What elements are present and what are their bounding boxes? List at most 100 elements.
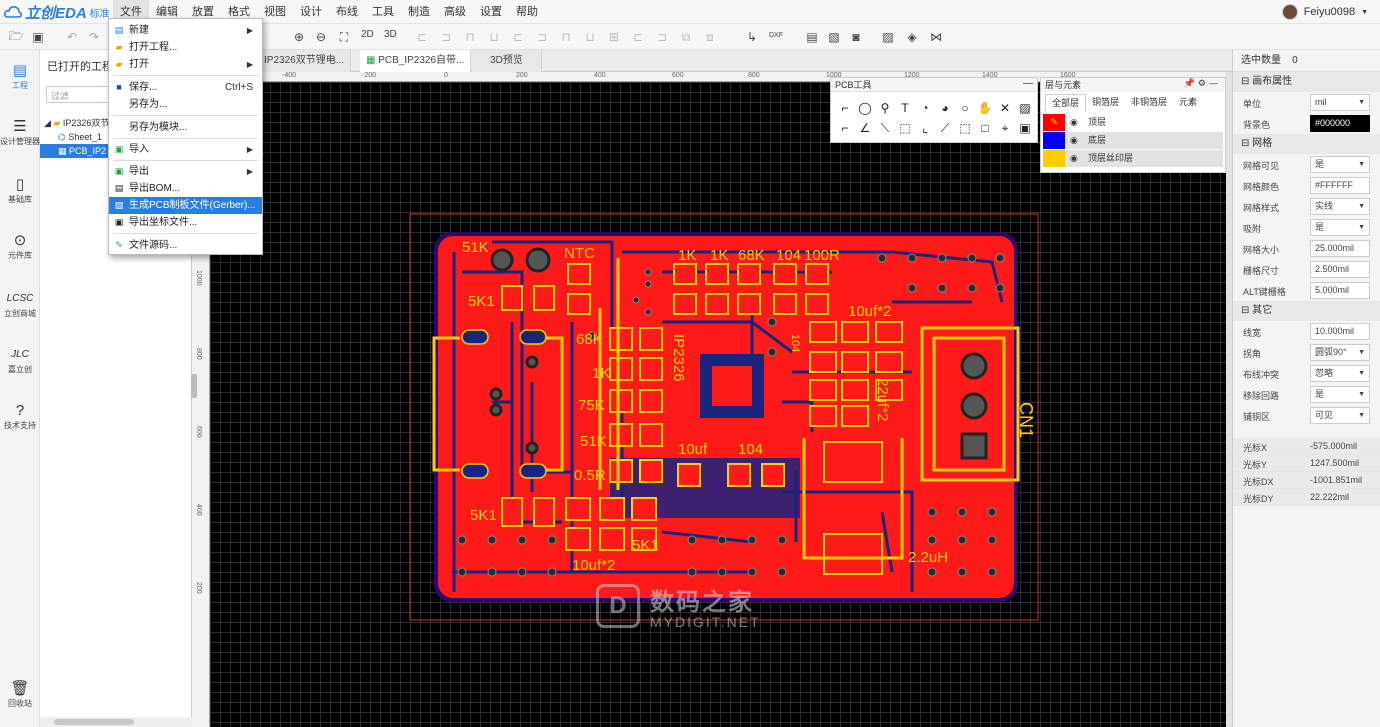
distribute-h-icon[interactable]: ⊓ xyxy=(558,29,574,45)
left-collapse-handle[interactable] xyxy=(191,374,197,398)
menu-item-export-coordinates[interactable]: ▣ 导出坐标文件... xyxy=(109,214,262,231)
menu-item-export[interactable]: ▣ 导出 ▶ xyxy=(109,163,262,180)
tab-elements[interactable]: 元素 xyxy=(1173,94,1203,111)
grid-visible-select[interactable]: 是 ▼ xyxy=(1310,156,1370,173)
measure-icon[interactable]: ⟋ xyxy=(935,118,955,138)
layer-row-top[interactable]: ✎ ◉ 顶层 xyxy=(1043,114,1223,131)
menu-settings[interactable]: 设置 xyxy=(473,0,509,24)
pin-icon[interactable]: 📌 xyxy=(1184,78,1198,88)
menu-route[interactable]: 布线 xyxy=(329,0,365,24)
copper-area-select[interactable]: 可见 ▼ xyxy=(1310,407,1370,424)
gerber-icon[interactable]: ▧ xyxy=(826,29,842,45)
nav-support[interactable]: ? 技术支持 xyxy=(0,402,40,431)
bg-color-input[interactable]: #000000 xyxy=(1310,115,1370,132)
eye-icon[interactable]: ◉ xyxy=(1070,150,1078,167)
close-icon[interactable]: — xyxy=(1023,78,1033,89)
canvas-origin-icon[interactable]: ⌖ xyxy=(995,118,1015,138)
section-grid[interactable]: ⊟ 网格 xyxy=(1233,134,1380,154)
align-top-icon[interactable]: ⊔ xyxy=(486,29,502,45)
nav-basic-lib[interactable]: ▯ 基础库 xyxy=(0,176,40,205)
bring-front-icon[interactable]: ⧉ xyxy=(678,29,694,45)
snap-select[interactable]: 是 ▼ xyxy=(1310,219,1370,236)
nav-recycle[interactable]: 🗑 回收站 xyxy=(0,680,40,709)
menu-advanced[interactable]: 高级 xyxy=(437,0,473,24)
scroll-thumb[interactable] xyxy=(54,719,134,725)
tab-pcb[interactable]: ▦ PCB_IP2326自带... xyxy=(360,50,472,72)
grid-style-select[interactable]: 实线 ▼ xyxy=(1310,198,1370,215)
menu-item-new[interactable]: ▤ 新建 ▶ xyxy=(109,22,262,39)
share-icon[interactable]: ⋈ xyxy=(928,29,944,45)
nav-component-lib[interactable]: ⊙ 元件库 xyxy=(0,232,40,261)
solid-region-icon[interactable]: ⌞ xyxy=(915,118,935,138)
alt-snap-input[interactable]: 5.000mil xyxy=(1310,282,1370,299)
section-canvas[interactable]: ⊟ 画布属性 xyxy=(1233,72,1380,92)
section-other[interactable]: ⊟ 其它 xyxy=(1233,301,1380,321)
rect-icon[interactable]: □ xyxy=(975,118,995,138)
menu-help[interactable]: 帮助 xyxy=(509,0,545,24)
snap-size-input[interactable]: 2.500mil xyxy=(1310,261,1370,278)
text-icon[interactable]: T xyxy=(895,98,915,118)
circle-icon[interactable]: ○ xyxy=(955,98,975,118)
save-icon[interactable]: ▣ xyxy=(30,29,46,45)
image-icon[interactable]: ▨ xyxy=(1015,98,1035,118)
menu-tools[interactable]: 工具 xyxy=(365,0,401,24)
align-center-icon[interactable]: ⊐ xyxy=(438,29,454,45)
dxf-button[interactable]: DXF xyxy=(769,32,783,39)
zoom-in-icon[interactable]: ⊕ xyxy=(291,29,307,45)
redo-icon[interactable]: ↷ xyxy=(86,29,102,45)
view-2d-button[interactable]: 2D xyxy=(361,29,374,40)
gear-icon[interactable]: ⚙ xyxy=(1198,78,1209,88)
nav-project[interactable]: ▤ 工程 xyxy=(0,62,40,91)
nav-jlc[interactable]: JLC 嘉立创 xyxy=(0,346,40,375)
align-right-icon[interactable]: ⊓ xyxy=(462,29,478,45)
menu-item-gerber[interactable]: ▧ 生成PCB制板文件(Gerber)... xyxy=(109,197,262,214)
eye-icon[interactable]: ◉ xyxy=(1070,114,1078,131)
align-grid-icon[interactable]: ⊞ xyxy=(606,29,622,45)
connect-icon[interactable]: ⌐ xyxy=(835,118,855,138)
minimize-icon[interactable]: — xyxy=(1209,78,1221,88)
corner-select[interactable]: 圆弧90° ▼ xyxy=(1310,344,1370,361)
tab-3d-preview[interactable]: 3D预览 xyxy=(472,50,542,72)
nav-lcsc[interactable]: LCSC 立创商城 xyxy=(0,290,40,319)
track-icon[interactable]: ⌐ xyxy=(835,98,855,118)
menu-design[interactable]: 设计 xyxy=(293,0,329,24)
menu-item-open[interactable]: ▰ 打开 ▶ xyxy=(109,56,262,73)
grid-color-input[interactable]: #FFFFFF xyxy=(1310,177,1370,194)
pad-icon[interactable]: ◯ xyxy=(855,98,875,118)
import-dxf-icon[interactable]: ↳ xyxy=(744,29,760,45)
photo-icon[interactable]: ▣ xyxy=(1015,118,1035,138)
menu-item-save[interactable]: ■ 保存... Ctrl+S xyxy=(109,79,262,96)
fit-view-icon[interactable]: ⛶ xyxy=(336,29,352,45)
tab-all-layers[interactable]: 全部层 xyxy=(1045,94,1087,111)
user-menu[interactable]: Feiyu0098 ▼ xyxy=(1281,4,1368,20)
route-conflict-select[interactable]: 忽略 ▼ xyxy=(1310,365,1370,382)
tab-schematic[interactable]: IP2326双节锂电... xyxy=(258,50,352,72)
layers-icon[interactable]: ◈ xyxy=(904,29,920,45)
align-bottom-icon[interactable]: ⊐ xyxy=(534,29,550,45)
align-middle-icon[interactable]: ⊏ xyxy=(510,29,526,45)
bom-icon[interactable]: ▤ xyxy=(804,29,820,45)
menu-item-source[interactable]: ✎ 文件源码... xyxy=(109,237,262,254)
send-back-icon[interactable]: ⧈ xyxy=(702,29,718,45)
image-icon[interactable]: ▨ xyxy=(880,29,896,45)
grid-size-input[interactable]: 25.000mil xyxy=(1310,240,1370,257)
menu-item-save-as-module[interactable]: 另存为模块... xyxy=(109,119,262,136)
via-icon[interactable]: ⚲ xyxy=(875,98,895,118)
layer-row-bottom[interactable]: ◉ 底层 xyxy=(1043,132,1223,149)
copper-area-icon[interactable]: ⬚ xyxy=(895,118,915,138)
dimension-icon[interactable]: ∠ xyxy=(855,118,875,138)
menu-item-import[interactable]: ▣ 导入 ▶ xyxy=(109,141,262,158)
tab-copper-layers[interactable]: 铜箔层 xyxy=(1086,94,1125,111)
menu-item-save-as[interactable]: 另存为... xyxy=(109,96,262,113)
undo-icon[interactable]: ↶ xyxy=(64,29,80,45)
arc-icon[interactable]: ◔ xyxy=(915,98,935,118)
panel-scrollbar[interactable] xyxy=(40,717,192,727)
nav-design-manager[interactable]: ☰ 设计管理器 xyxy=(0,118,40,147)
pan-icon[interactable]: ✋ xyxy=(975,98,995,118)
cross-icon[interactable]: ✕ xyxy=(995,98,1015,118)
open-folder-icon[interactable]: 🗁 xyxy=(8,29,24,45)
distribute-v-icon[interactable]: ⊔ xyxy=(582,29,598,45)
align-left2-icon[interactable]: ⊏ xyxy=(630,29,646,45)
menu-item-export-bom[interactable]: ▤ 导出BOM... xyxy=(109,180,262,197)
remove-loop-select[interactable]: 是 ▼ xyxy=(1310,386,1370,403)
